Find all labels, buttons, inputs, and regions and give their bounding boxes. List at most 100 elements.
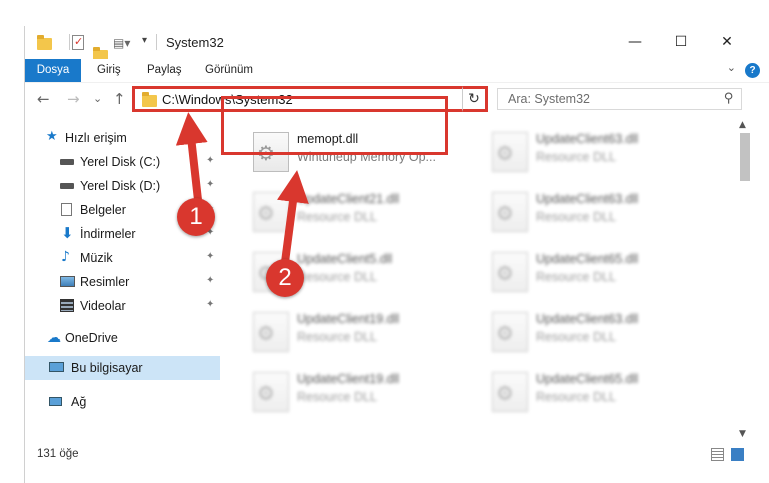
explorer-window: ✓ ▤▾ ▾ System32 — ☐ ✕ Dosya Giriş Paylaş… bbox=[24, 26, 769, 483]
customize-toolbar-icon[interactable]: ▾ bbox=[142, 35, 147, 51]
sidebar-item-label: Resimler bbox=[80, 275, 130, 289]
up-button[interactable]: ↑ bbox=[113, 90, 126, 108]
list-item[interactable]: ⚙ UpdateClient19.dll Resource DLL bbox=[247, 304, 472, 360]
file-name: UpdateClient63.dll bbox=[536, 132, 639, 146]
music-icon: ♪ bbox=[61, 249, 70, 265]
window-title: System32 bbox=[166, 35, 224, 50]
file-name: UpdateClient63.dll bbox=[536, 312, 639, 326]
file-name: UpdateClient5.dll bbox=[297, 252, 393, 266]
tab-home[interactable]: Giriş bbox=[97, 59, 121, 82]
list-item[interactable]: ⚙ UpdateClient63.dll Resource DLL bbox=[486, 124, 711, 180]
computer-icon bbox=[49, 362, 64, 372]
file-name: UpdateClient65.dll bbox=[536, 372, 639, 386]
sidebar-item-label: Ağ bbox=[71, 395, 87, 409]
tab-share[interactable]: Paylaş bbox=[147, 59, 182, 82]
documents-icon bbox=[61, 203, 72, 216]
ribbon-tabs: Dosya Giriş Paylaş Görünüm ⌄ ? bbox=[25, 59, 769, 82]
list-item[interactable]: ⚙ UpdateClient65.dll Resource DLL bbox=[486, 244, 711, 300]
help-icon[interactable]: ? bbox=[745, 63, 760, 78]
pictures-icon bbox=[60, 276, 75, 287]
file-description: Resource DLL bbox=[536, 150, 616, 164]
scroll-up-icon[interactable]: ▲ bbox=[739, 120, 746, 130]
ribbon-collapse-icon[interactable]: ⌄ bbox=[727, 61, 736, 74]
details-view-icon[interactable] bbox=[711, 448, 724, 461]
title-bar: ✓ ▤▾ ▾ System32 — ☐ ✕ bbox=[25, 26, 769, 62]
sidebar-item-local-disk-c[interactable]: Yerel Disk (C:) ✦ bbox=[25, 150, 220, 174]
sidebar-item-onedrive[interactable]: ☁ OneDrive bbox=[25, 326, 220, 350]
sidebar-item-label: Yerel Disk (C:) bbox=[80, 155, 161, 169]
dll-file-icon: ⚙ bbox=[253, 192, 289, 232]
list-item[interactable]: ⚙ UpdateClient19.dll Resource DLL bbox=[247, 364, 472, 420]
large-icons-view-icon[interactable] bbox=[731, 448, 744, 461]
properties-icon[interactable]: ✓ bbox=[72, 35, 84, 50]
sidebar-item-label: Bu bilgisayar bbox=[71, 361, 143, 375]
file-description: Resource DLL bbox=[536, 330, 616, 344]
search-box[interactable]: Ara: System32 ⚲ bbox=[497, 88, 742, 110]
pin-icon: ✦ bbox=[206, 155, 215, 166]
list-item[interactable]: ⚙ UpdateClient63.dll Resource DLL bbox=[486, 304, 711, 360]
item-count: 131 öğe bbox=[37, 448, 79, 460]
pin-icon: ✦ bbox=[206, 275, 215, 286]
file-name: UpdateClient65.dll bbox=[536, 252, 639, 266]
maximize-button[interactable]: ☐ bbox=[658, 26, 704, 58]
minimize-button[interactable]: — bbox=[612, 26, 658, 58]
sidebar-item-videos[interactable]: Videolar ✦ bbox=[25, 294, 220, 318]
recent-locations-button[interactable]: ⌄ bbox=[93, 92, 102, 105]
list-item[interactable]: ⚙ UpdateClient21.dll Resource DLL bbox=[247, 184, 472, 240]
refresh-button[interactable]: ↻ bbox=[462, 86, 488, 112]
file-name: UpdateClient63.dll bbox=[536, 192, 639, 206]
navigation-pane: ★ Hızlı erişim Yerel Disk (C:) ✦ Yerel D… bbox=[25, 120, 220, 440]
sidebar-item-label: Yerel Disk (D:) bbox=[80, 179, 161, 193]
list-item[interactable]: ⚙ UpdateClient65.dll Resource DLL bbox=[486, 364, 711, 420]
file-name: UpdateClient21.dll bbox=[297, 192, 400, 206]
sidebar-item-label: Müzik bbox=[80, 251, 113, 265]
tab-file[interactable]: Dosya bbox=[25, 59, 81, 82]
dll-file-icon: ⚙ bbox=[492, 252, 528, 292]
download-icon: ⬇ bbox=[61, 224, 74, 242]
file-description: Resource DLL bbox=[297, 270, 377, 284]
pin-icon: ✦ bbox=[206, 299, 215, 310]
sidebar-item-label: Videolar bbox=[80, 299, 126, 313]
videos-icon bbox=[60, 299, 74, 312]
sidebar-item-label: İndirmeler bbox=[80, 227, 136, 241]
sidebar-item-pictures[interactable]: Resimler ✦ bbox=[25, 270, 220, 294]
back-button[interactable]: ← bbox=[37, 90, 50, 108]
divider bbox=[69, 34, 70, 50]
sidebar-item-label: Belgeler bbox=[80, 203, 126, 217]
pin-icon: ✦ bbox=[206, 251, 215, 262]
folder-icon[interactable] bbox=[37, 35, 52, 50]
search-input[interactable]: Ara: System32 bbox=[508, 92, 590, 106]
sidebar-item-network[interactable]: Ağ bbox=[25, 390, 220, 414]
dll-file-icon: ⚙ bbox=[492, 132, 528, 172]
file-name: UpdateClient19.dll bbox=[297, 372, 400, 386]
divider bbox=[156, 34, 157, 50]
dll-file-icon: ⚙ bbox=[253, 312, 289, 352]
file-description: Resource DLL bbox=[536, 210, 616, 224]
tab-view[interactable]: Görünüm bbox=[205, 59, 253, 82]
cloud-icon: ☁ bbox=[47, 330, 61, 346]
file-description: Resource DLL bbox=[536, 390, 616, 404]
sidebar-item-quick-access[interactable]: ★ Hızlı erişim bbox=[25, 126, 220, 150]
file-name: UpdateClient19.dll bbox=[297, 312, 400, 326]
quick-access-list-icon[interactable]: ▤▾ bbox=[113, 36, 130, 52]
star-icon: ★ bbox=[46, 129, 58, 144]
dll-file-icon: ⚙ bbox=[492, 312, 528, 352]
file-highlight-box bbox=[221, 96, 448, 155]
close-button[interactable]: ✕ bbox=[704, 26, 750, 58]
vertical-scrollbar[interactable]: ▲ ▼ bbox=[736, 118, 754, 443]
file-description: Resource DLL bbox=[297, 330, 377, 344]
sidebar-item-label: OneDrive bbox=[65, 331, 118, 345]
sidebar-item-label: Hızlı erişim bbox=[65, 131, 127, 145]
folder-icon bbox=[142, 92, 157, 107]
sidebar-item-this-pc[interactable]: Bu bilgisayar bbox=[25, 356, 220, 380]
dll-file-icon: ⚙ bbox=[492, 372, 528, 412]
scroll-thumb[interactable] bbox=[740, 133, 750, 181]
file-description: Resource DLL bbox=[536, 270, 616, 284]
sidebar-item-local-disk-d[interactable]: Yerel Disk (D:) ✦ bbox=[25, 174, 220, 198]
sidebar-item-music[interactable]: ♪ Müzik ✦ bbox=[25, 246, 220, 270]
search-icon[interactable]: ⚲ bbox=[724, 91, 734, 106]
forward-button[interactable]: → bbox=[67, 90, 80, 108]
list-item[interactable]: ⚙ UpdateClient63.dll Resource DLL bbox=[486, 184, 711, 240]
status-bar: 131 öğe bbox=[25, 444, 769, 466]
scroll-down-icon[interactable]: ▼ bbox=[739, 429, 746, 439]
